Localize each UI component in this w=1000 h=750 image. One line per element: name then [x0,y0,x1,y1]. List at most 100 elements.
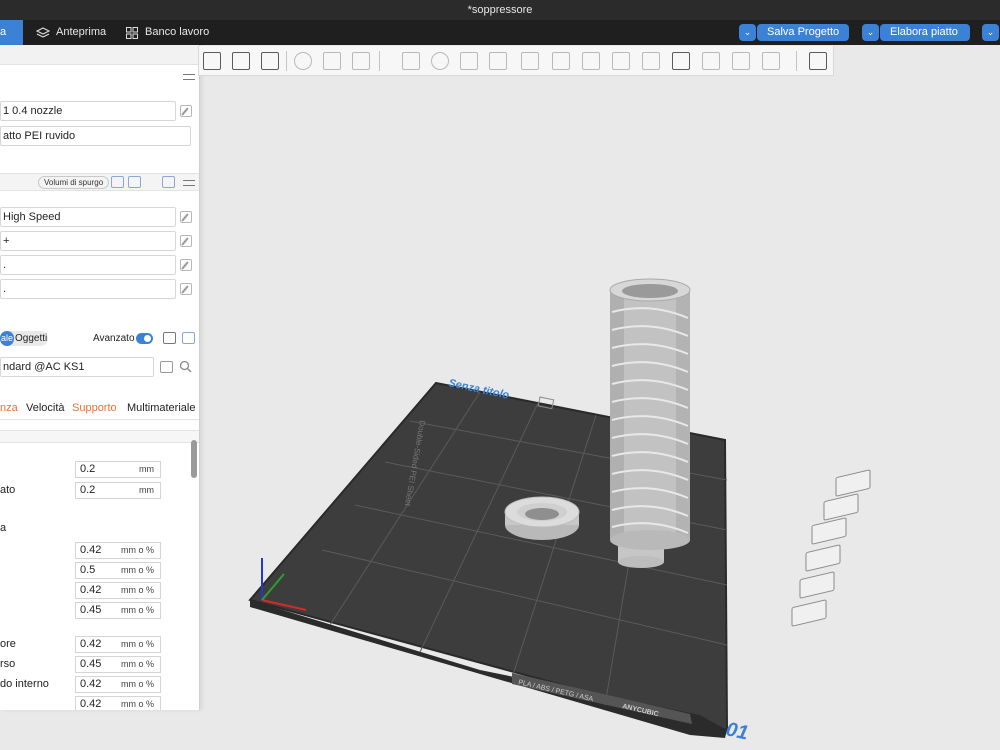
cut-icon[interactable] [521,52,539,70]
edit-filament-3-icon[interactable] [180,259,192,271]
line-width-outer-wall-input[interactable]: 0.42 mm o % [75,582,161,599]
line-width-inner-wall-input[interactable]: 0.45 mm o % [75,602,161,619]
input-value: 0.42 [80,638,102,650]
layer-height-input[interactable]: 0.2 mm [75,461,161,478]
plate-number: 01 [724,718,750,744]
slice-plate-button[interactable]: Elabora piatto [880,24,970,41]
scope-objects[interactable]: Oggetti [15,331,47,346]
input-value: 0.45 [80,604,102,616]
line-width-internal-solid-input[interactable]: 0.42 mm o % [75,676,161,693]
purge-volumes-button[interactable]: Volumi di spurgo [38,176,110,189]
plate-type-select[interactable]: atto PEI ruvido [0,126,191,146]
unit-label: mm o % [120,659,154,669]
first-layer-height-input[interactable]: 0.2 mm [75,482,161,499]
line-width-default-input[interactable]: 0.42 mm o % [75,542,161,559]
advanced-toggle[interactable] [136,333,153,344]
settings-panel: 1 0.4 nozzle atto PEI ruvido Volumi di s… [0,45,200,710]
slice-dropdown-icon[interactable]: ⌄ [862,24,879,41]
printer-select[interactable]: 1 0.4 nozzle [0,101,176,121]
tab-speed[interactable]: Velocità [26,402,65,414]
filament-slot-1[interactable]: High Speed [0,207,176,227]
line-width-first-layer-input[interactable]: 0.5 mm o % [75,562,161,579]
measure-icon[interactable] [702,52,720,70]
text-icon[interactable] [672,52,690,70]
line-width-top-input[interactable]: 0.42 mm o % [75,636,161,653]
model-ring[interactable] [504,496,580,540]
add-filament-icon[interactable] [128,176,141,188]
mesh-boolean-icon[interactable] [552,52,570,70]
arrange-grid-icon[interactable] [203,52,221,70]
seam-paint-icon[interactable] [612,52,630,70]
auto-arrange-icon[interactable] [294,52,312,70]
support-paint-icon[interactable] [582,52,600,70]
model-cylinder[interactable] [609,278,691,568]
save-dropdown-icon[interactable]: ⌄ [739,24,756,41]
edit-filament-1-icon[interactable] [180,211,192,223]
process-profile-select[interactable]: ndard @AC KS1 [0,357,154,377]
layers-icon [36,26,50,38]
layer-height-group-header [0,430,199,443]
row-label: ato [0,484,16,496]
line-width-support-input[interactable]: 0.42 mm o % [75,696,161,710]
canvas-toolbar [198,46,834,76]
tab-preview[interactable]: Anteprima [36,20,106,45]
brim-ears-icon[interactable] [762,52,780,70]
tab-quality[interactable]: nza [0,402,18,414]
tab-preview-label: Anteprima [56,26,107,38]
filament-slot-2[interactable]: + [0,231,176,251]
scope-global[interactable]: ale [0,331,14,346]
unit-label: mm [139,464,154,474]
tab-multimaterial[interactable]: Multimateriale [127,402,195,414]
panel-scrollbar[interactable] [191,440,197,478]
unit-label: mm o % [120,545,154,555]
tab-workbench[interactable]: Banco lavoro [125,20,209,45]
printer-settings-icon[interactable] [183,72,195,82]
row-label: rso [0,658,16,670]
tab-prepare-label: a [0,26,7,38]
line-width-sparse-input[interactable]: 0.45 mm o % [75,656,161,673]
color-paint-icon[interactable] [642,52,660,70]
unit-label: mm [139,485,154,495]
toolbar-separator [796,51,797,71]
compare-icon[interactable] [163,332,176,344]
plate-icon[interactable] [261,52,279,70]
advanced-label: Avanzato [93,333,135,344]
orient-icon[interactable] [232,52,250,70]
save-project-button[interactable]: Salva Progetto [757,24,850,41]
line-width-group-label: a [0,522,7,534]
variable-layer-icon[interactable] [809,52,827,70]
tab-support[interactable]: Supporto [72,402,117,414]
lay-on-face-icon[interactable] [489,52,507,70]
tab-workbench-label: Banco lavoro [145,26,210,38]
edit-filament-2-icon[interactable] [180,235,192,247]
assembly-icon[interactable] [732,52,750,70]
row-label: do interno [0,678,49,690]
move-icon[interactable] [402,52,420,70]
3d-viewport[interactable]: Senza titolo Double-Sided PEI Sheet PLA … [200,76,1000,750]
toolbar-separator [286,51,287,71]
export-dropdown-icon[interactable]: ⌄ [982,24,999,41]
remove-filament-icon[interactable] [111,176,124,188]
split-icon[interactable] [352,52,370,70]
filament-settings-icon[interactable] [183,178,195,188]
search-icon[interactable] [179,360,192,373]
input-value: 0.5 [80,564,96,576]
sync-filament-icon[interactable] [162,176,175,188]
grid-icon [126,26,138,39]
edit-printer-icon[interactable] [180,105,192,117]
edit-filament-4-icon[interactable] [180,283,192,295]
process-settings-icon[interactable] [182,332,195,344]
filament-slot-3[interactable]: . [0,255,176,275]
filament-slot-4[interactable]: . [0,279,176,299]
unit-label: mm o % [120,585,154,595]
tab-prepare[interactable]: a [0,20,23,45]
input-value: 0.45 [80,658,102,670]
add-plate-icon[interactable] [323,52,341,70]
rotate-icon[interactable] [431,52,449,70]
scale-icon[interactable] [460,52,478,70]
unit-label: mm o % [120,639,154,649]
process-scope-toggle[interactable]: ale Oggetti [0,331,48,346]
toolbar-separator [379,51,380,71]
save-profile-icon[interactable] [160,361,173,373]
input-value: 0.2 [80,463,96,475]
